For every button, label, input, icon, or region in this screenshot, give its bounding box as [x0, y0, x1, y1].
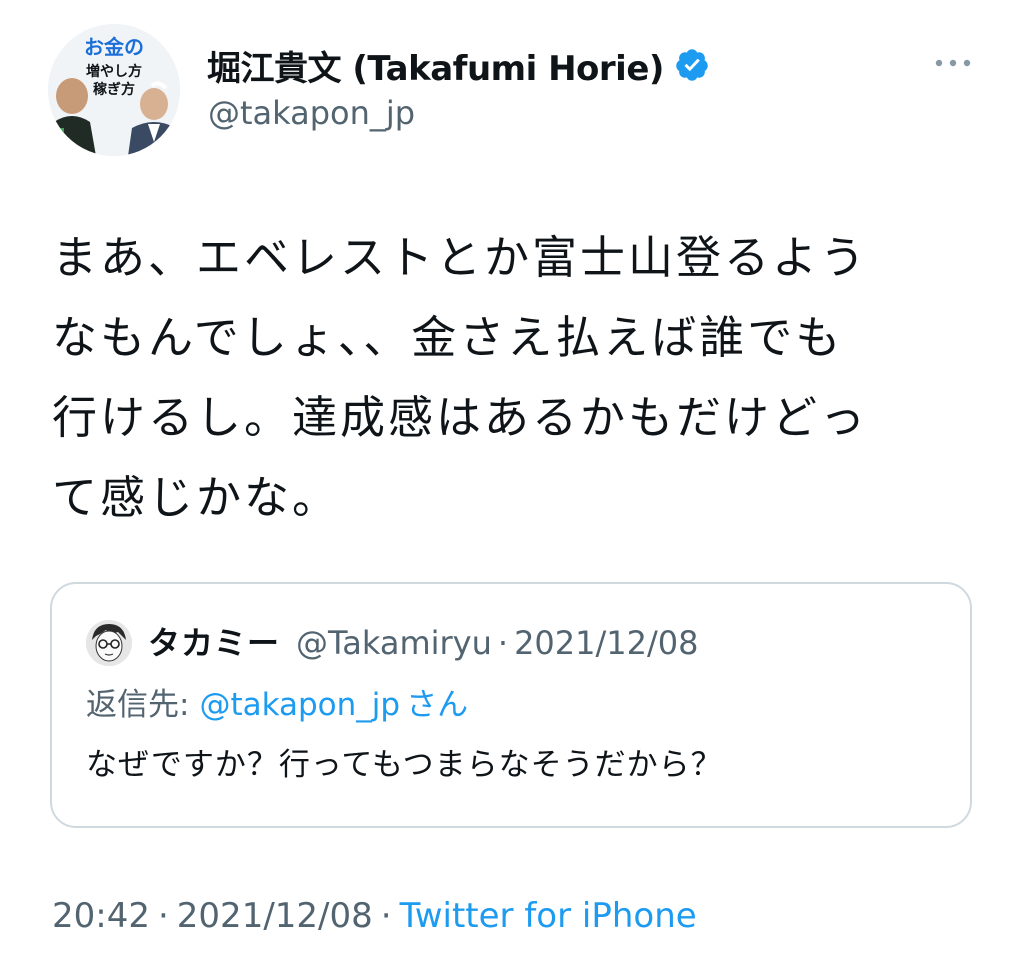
avatar-book-cover-icon: お金の 増やし方 稼ぎ方 [48, 24, 180, 156]
manga-face-avatar-icon [86, 620, 132, 666]
quoted-date: 2021/12/08 [514, 624, 699, 662]
tweet-text-line: 行けるし。達成感はあるかもだけどっ [52, 391, 869, 444]
tweet-meta: 20:42 · 2021/12/08 · Twitter for iPhone [52, 892, 697, 940]
more-dots-icon [935, 59, 971, 67]
quoted-tweet-card[interactable]: タカミー @Takamiryu · 2021/12/08 返信先: @takapo… [50, 582, 972, 828]
quoted-handle: @Takamiryu [296, 624, 492, 662]
tweet-text-line: まあ、エベレストとか富士山登るよう [52, 231, 869, 284]
quoted-display-name: タカミー [148, 624, 281, 662]
author-handle[interactable]: @takapon_jp [208, 94, 415, 132]
meta-separator: · [157, 896, 169, 936]
avatar-title-line-1: お金の [84, 35, 144, 59]
meta-separator: · [380, 896, 392, 936]
author-name-row: 堀江貴文 (Takafumi Horie) [207, 41, 710, 90]
more-options-button[interactable] [930, 50, 976, 76]
tweet-text-line: なもんでしょ、、金さえ払えば誰でも [52, 311, 844, 364]
tweet-source-link[interactable]: Twitter for iPhone [400, 896, 697, 936]
tweet-date[interactable]: 2021/12/08 [177, 896, 373, 936]
quoted-tweet-text: なぜですか？行ってもつまらなそうだから？ [86, 747, 723, 783]
reply-to-suffix: さん [406, 687, 469, 723]
tweet-text: まあ、エベレストとか富士山登るよう なもんでしょ、、金さえ払えば誰でも 行けるし… [52, 218, 972, 538]
author-avatar[interactable]: お金の 増やし方 稼ぎ方 [48, 24, 180, 156]
quoted-header: タカミー @Takamiryu · 2021/12/08 [148, 618, 699, 668]
author-display-name[interactable]: 堀江貴文 (Takafumi Horie) [207, 41, 664, 90]
tweet-detail: お金の 増やし方 稼ぎ方 堀江貴文 (Takafumi Horie) @taka… [0, 0, 1024, 955]
quoted-reply-context: 返信先: @takapon_jp さん [86, 682, 468, 728]
avatar-title-line-3: 稼ぎ方 [93, 81, 135, 98]
quoted-separator: · [497, 624, 509, 662]
quoted-author-avatar[interactable] [86, 620, 132, 666]
avatar-title-line-2: 増やし方 [86, 63, 142, 80]
tweet-text-line: て感じかな。 [52, 471, 341, 524]
tweet-time[interactable]: 20:42 [52, 896, 150, 936]
reply-to-label: 返信先: [86, 687, 190, 723]
reply-to-user-link[interactable]: @takapon_jp [199, 687, 400, 723]
verified-badge-icon [676, 49, 708, 81]
